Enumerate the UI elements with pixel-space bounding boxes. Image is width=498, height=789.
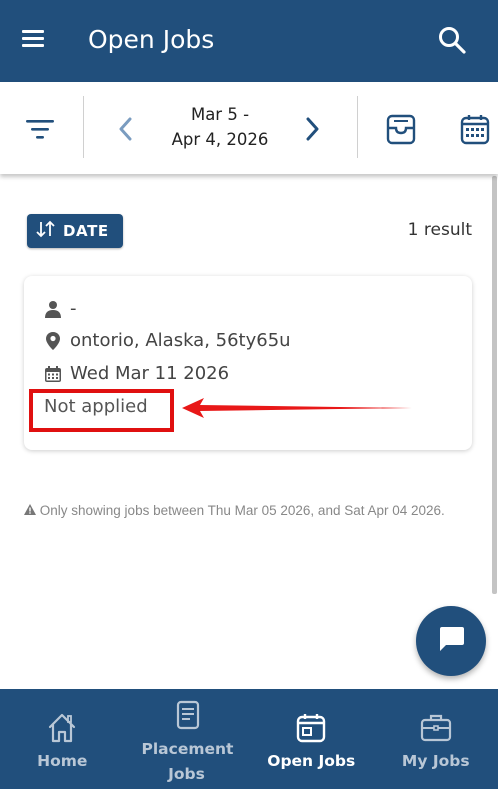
notice-text: Only showing jobs between Thu Mar 05 202… <box>39 503 445 518</box>
nav-home[interactable]: Home <box>0 689 125 789</box>
job-status: Not applied <box>44 396 148 417</box>
person-icon <box>44 299 62 319</box>
page-title: Open Jobs <box>88 25 215 54</box>
chevron-left-icon[interactable] <box>110 112 140 146</box>
job-card[interactable]: - ontorio, Alaska, 56ty65u Wed Mar 11 20… <box>24 276 472 450</box>
app-screen: Open Jobs Mar 5 - Apr 4, 2026 DATE 1 res… <box>0 0 498 789</box>
result-count: 1 result <box>407 220 472 240</box>
document-icon <box>170 699 204 733</box>
calendar-icon <box>294 711 328 745</box>
job-date-row: Wed Mar 11 2026 <box>44 363 229 384</box>
nav-placement-jobs[interactable]: Placement Jobs <box>125 689 250 789</box>
chevron-right-icon[interactable] <box>298 112 328 146</box>
bottom-navigation: Home Placement Jobs Open Jobs My Jobs <box>0 689 498 789</box>
search-icon[interactable] <box>436 24 468 56</box>
sort-by-date-button[interactable]: DATE <box>27 214 123 248</box>
calendar-icon[interactable] <box>458 112 494 148</box>
filter-icon[interactable] <box>22 112 60 146</box>
home-icon <box>45 711 79 745</box>
date-range-end: Apr 4, 2026 <box>171 130 269 149</box>
calendar-icon <box>44 364 62 384</box>
nav-my-jobs[interactable]: My Jobs <box>374 689 498 789</box>
toolbar-divider <box>357 96 358 158</box>
date-toolbar: Mar 5 - Apr 4, 2026 <box>0 82 498 174</box>
top-app-bar: Open Jobs <box>0 0 498 82</box>
hamburger-menu-icon[interactable] <box>18 24 50 56</box>
job-location: ontorio, Alaska, 56ty65u <box>70 330 291 351</box>
date-range-label: Mar 5 - Apr 4, 2026 <box>150 102 290 152</box>
location-pin-icon <box>44 331 62 351</box>
nav-my-jobs-label: My Jobs <box>401 752 470 770</box>
chat-bubble-icon <box>436 625 466 658</box>
warning-icon <box>24 503 40 518</box>
sort-button-label: DATE <box>63 222 109 240</box>
scrollbar[interactable] <box>492 176 497 594</box>
chat-button[interactable] <box>416 606 486 676</box>
inbox-tray-icon[interactable] <box>383 112 419 148</box>
date-range-notice: Only showing jobs between Thu Mar 05 202… <box>24 502 464 519</box>
nav-open-jobs-label: Open Jobs <box>267 752 356 770</box>
nav-open-jobs[interactable]: Open Jobs <box>249 689 374 789</box>
job-location-row: ontorio, Alaska, 56ty65u <box>44 330 291 351</box>
job-client: - <box>70 298 77 319</box>
toolbar-divider <box>83 96 84 158</box>
job-date: Wed Mar 11 2026 <box>70 363 230 384</box>
sort-arrows-icon <box>35 219 57 244</box>
nav-placement-jobs-label: Placement Jobs <box>141 740 234 783</box>
nav-home-label: Home <box>37 752 88 770</box>
briefcase-icon <box>419 711 453 745</box>
date-range-start: Mar 5 - <box>190 105 250 124</box>
job-client-row: - <box>44 298 77 319</box>
